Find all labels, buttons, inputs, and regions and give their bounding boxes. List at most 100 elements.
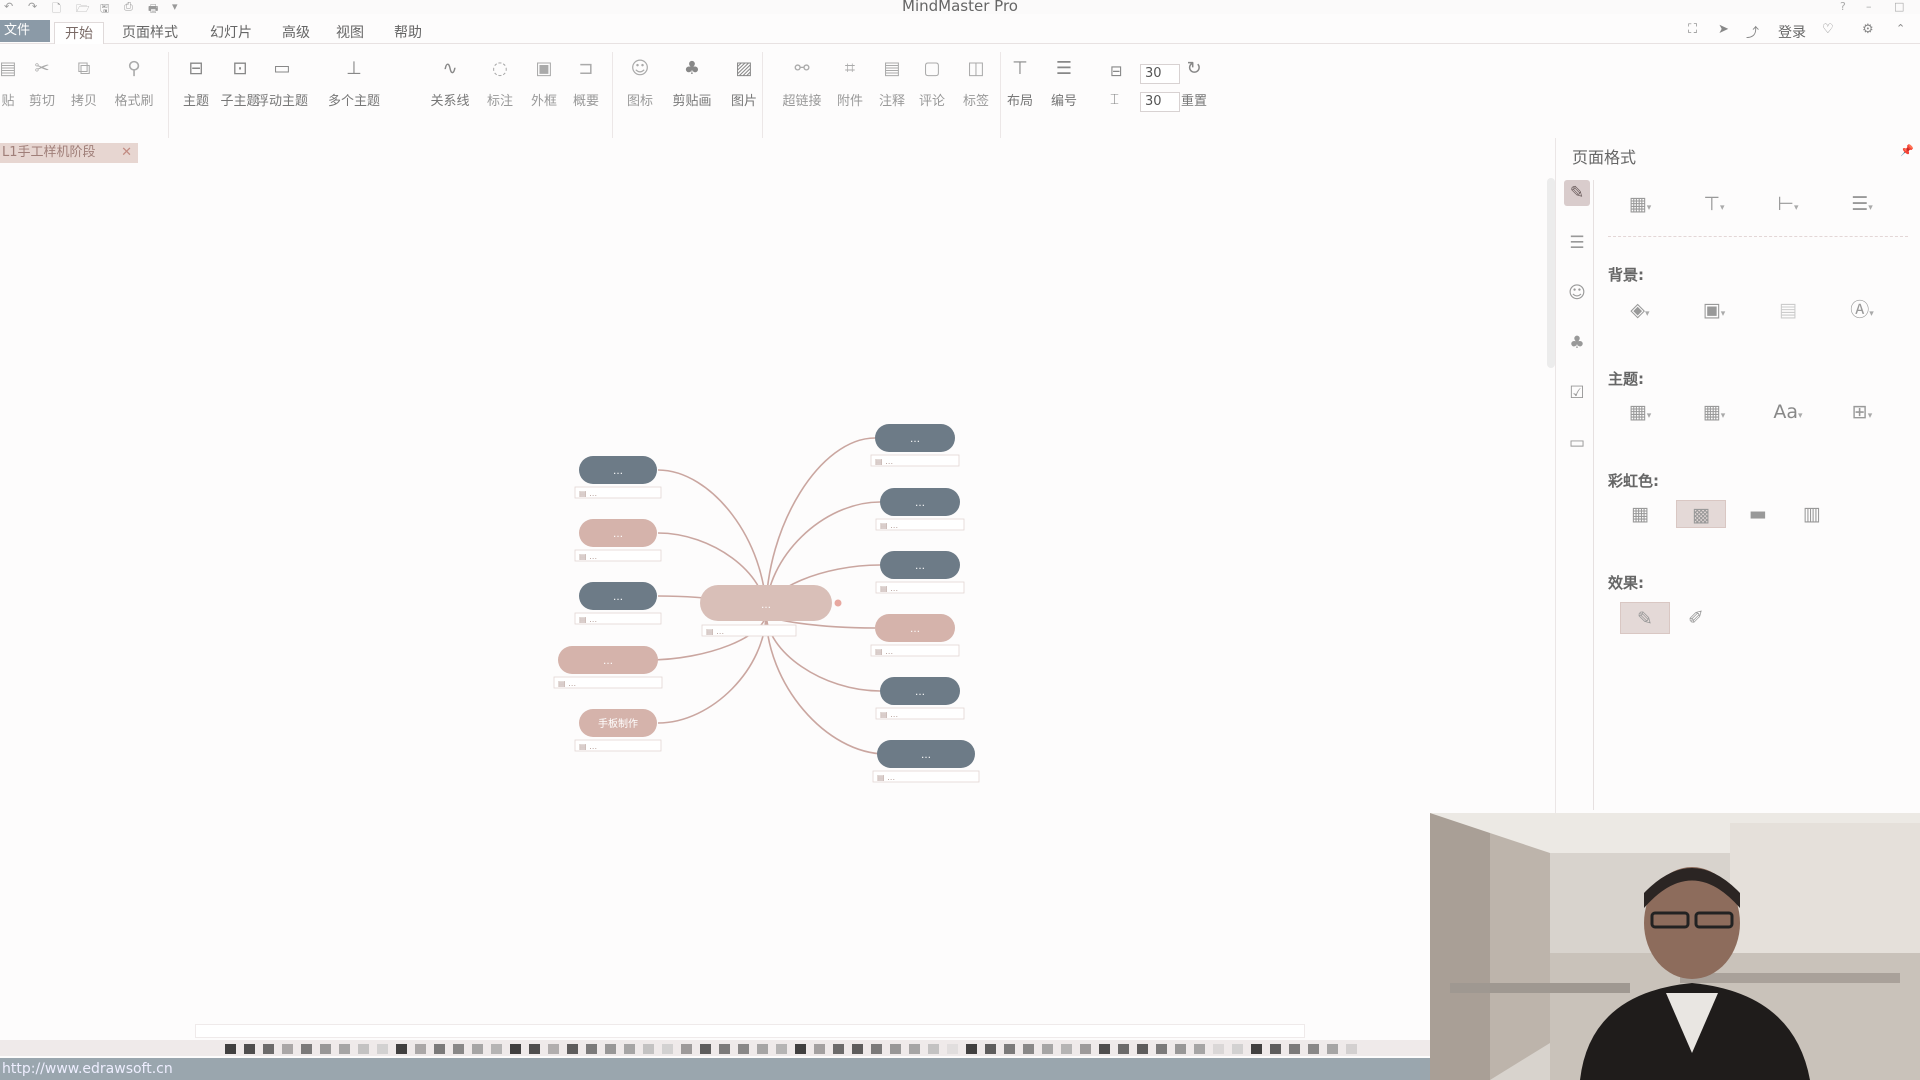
send-icon[interactable]: ➤ <box>1718 22 1729 37</box>
color-swatch[interactable] <box>624 1044 635 1054</box>
tree-layout-icon[interactable]: ⊢▾ <box>1772 190 1804 218</box>
marker-tab-icon[interactable]: ☺ <box>1564 280 1590 306</box>
collapse-ribbon-icon[interactable]: ⌃ <box>1896 22 1905 35</box>
color-swatch[interactable] <box>320 1044 331 1054</box>
color-swatch[interactable] <box>358 1044 369 1054</box>
topic-node[interactable]: … ▤ … <box>872 740 980 783</box>
outline-tab-icon[interactable]: ☰ <box>1564 230 1590 256</box>
color-swatch[interactable] <box>1175 1044 1186 1054</box>
central-topic[interactable]: … ▤ … <box>700 585 832 637</box>
close-icon[interactable]: ✕ <box>121 143 132 163</box>
settings-icon[interactable]: ⚙ <box>1862 22 1874 37</box>
theme-color-icon[interactable]: ▦▾ <box>1698 398 1730 426</box>
color-swatch[interactable] <box>795 1044 806 1054</box>
theme-icon[interactable]: ▦▾ <box>1624 398 1656 426</box>
topic-node[interactable]: … ▤ … <box>875 677 965 720</box>
color-swatch[interactable] <box>1289 1044 1300 1054</box>
tab-slides[interactable]: 幻灯片 <box>210 22 252 44</box>
color-swatch[interactable] <box>1232 1044 1243 1054</box>
color-swatch[interactable] <box>567 1044 578 1054</box>
background-image-icon[interactable]: ▣▾ <box>1698 296 1730 324</box>
color-swatch[interactable] <box>1137 1044 1148 1054</box>
rainbow-option-2[interactable]: ▩ <box>1676 500 1726 528</box>
background-remove-icon[interactable]: ▤ <box>1772 296 1804 324</box>
mindmap-canvas[interactable]: … ▤ … … ▤ … … ▤ … … ▤ … 手板制作 ▤ … … ▤ … … ▤ … … ▤ … … ▤ … …… <box>0 166 1545 1030</box>
topic-node[interactable]: … ▤ … <box>574 456 662 499</box>
color-swatch[interactable] <box>871 1044 882 1054</box>
color-swatch[interactable] <box>263 1044 274 1054</box>
fullscreen-icon[interactable]: ⛶ <box>1688 22 1697 37</box>
color-swatch[interactable] <box>1213 1044 1224 1054</box>
effect-pencil-icon[interactable]: ✐ <box>1680 604 1712 632</box>
color-swatch[interactable] <box>510 1044 521 1054</box>
color-palette-bar[interactable] <box>0 1040 1430 1056</box>
color-swatch[interactable] <box>852 1044 863 1054</box>
topic-node[interactable]: … ▤ … <box>875 488 965 531</box>
minimize-icon[interactable]: – <box>1866 0 1872 13</box>
topic-node[interactable]: … ▤ … <box>870 614 960 657</box>
tab-page-style[interactable]: 页面样式 <box>122 22 178 44</box>
color-swatch[interactable] <box>909 1044 920 1054</box>
list-layout-icon[interactable]: ☰▾ <box>1846 190 1878 218</box>
color-swatch[interactable] <box>833 1044 844 1054</box>
topic-node[interactable]: … ▤ … <box>574 582 662 625</box>
ribbon-button-format-painter[interactable]: ⚲ 格式刷 <box>104 54 164 134</box>
theme-font-icon[interactable]: Aa▾ <box>1772 398 1804 426</box>
share-icon[interactable]: ⤴ <box>1746 22 1759 41</box>
color-swatch[interactable] <box>377 1044 388 1054</box>
color-swatch[interactable] <box>1251 1044 1262 1054</box>
pin-icon[interactable]: 📌 <box>1900 144 1914 157</box>
color-swatch[interactable] <box>453 1044 464 1054</box>
color-swatch[interactable] <box>966 1044 977 1054</box>
org-chart-icon[interactable]: ⊤▾ <box>1698 190 1730 218</box>
collapse-toggle-icon[interactable] <box>834 599 842 607</box>
help-icon[interactable]: ? <box>1840 0 1846 13</box>
color-swatch[interactable] <box>301 1044 312 1054</box>
color-swatch[interactable] <box>1346 1044 1357 1054</box>
rainbow-option-3[interactable]: ▬ <box>1742 500 1774 528</box>
tab-advanced[interactable]: 高级 <box>282 22 310 44</box>
color-swatch[interactable] <box>1118 1044 1129 1054</box>
color-swatch[interactable] <box>586 1044 597 1054</box>
color-swatch[interactable] <box>282 1044 293 1054</box>
website-url[interactable]: http://www.edrawsoft.cn <box>2 1061 173 1077</box>
color-swatch[interactable] <box>738 1044 749 1054</box>
task-tab-icon[interactable]: ☑ <box>1564 380 1590 406</box>
color-swatch[interactable] <box>928 1044 939 1054</box>
topic-node[interactable]: … ▤ … <box>870 424 960 467</box>
layout-grid-icon[interactable]: ▦▾ <box>1624 190 1656 218</box>
ribbon-button-clipart[interactable]: ♣ 剪贴画 <box>662 54 722 134</box>
login-button[interactable]: 登录 <box>1778 22 1806 42</box>
rainbow-option-1[interactable]: ▦ <box>1624 500 1656 528</box>
color-swatch[interactable] <box>472 1044 483 1054</box>
color-swatch[interactable] <box>1156 1044 1167 1054</box>
skin-icon[interactable]: ♡ <box>1822 22 1834 37</box>
color-swatch[interactable] <box>757 1044 768 1054</box>
color-swatch[interactable] <box>947 1044 958 1054</box>
color-swatch[interactable] <box>605 1044 616 1054</box>
horizontal-spacing-input[interactable]: 30 <box>1140 64 1180 84</box>
clipart-tab-icon[interactable]: ♣ <box>1564 330 1590 356</box>
color-swatch[interactable] <box>662 1044 673 1054</box>
background-color-icon[interactable]: ◈▾ <box>1624 296 1656 324</box>
scrollbar-thumb[interactable] <box>1547 178 1555 368</box>
menu-file[interactable]: 文件 <box>0 20 50 42</box>
ribbon-button-picture[interactable]: ▨ 图片 <box>714 54 774 134</box>
slides-tab-icon[interactable]: ▭ <box>1564 430 1590 456</box>
color-swatch[interactable] <box>1080 1044 1091 1054</box>
color-swatch[interactable] <box>396 1044 407 1054</box>
page-format-tab-icon[interactable]: ✎ <box>1564 180 1590 206</box>
ribbon-button-multiple-topics[interactable]: ⊥ 多个主题 <box>324 54 384 134</box>
color-swatch[interactable] <box>434 1044 445 1054</box>
effect-hand-drawn-icon[interactable]: ✎ <box>1620 602 1670 634</box>
color-swatch[interactable] <box>1270 1044 1281 1054</box>
topic-node[interactable]: … ▤ … <box>875 551 965 594</box>
document-tab[interactable]: L1手工样机阶段 ✕ <box>0 143 138 163</box>
color-swatch[interactable] <box>1099 1044 1110 1054</box>
color-swatch[interactable] <box>1327 1044 1338 1054</box>
color-swatch[interactable] <box>244 1044 255 1054</box>
color-swatch[interactable] <box>985 1044 996 1054</box>
color-swatch[interactable] <box>1194 1044 1205 1054</box>
topic-node[interactable]: 手板制作 ▤ … <box>574 709 662 752</box>
color-swatch[interactable] <box>681 1044 692 1054</box>
